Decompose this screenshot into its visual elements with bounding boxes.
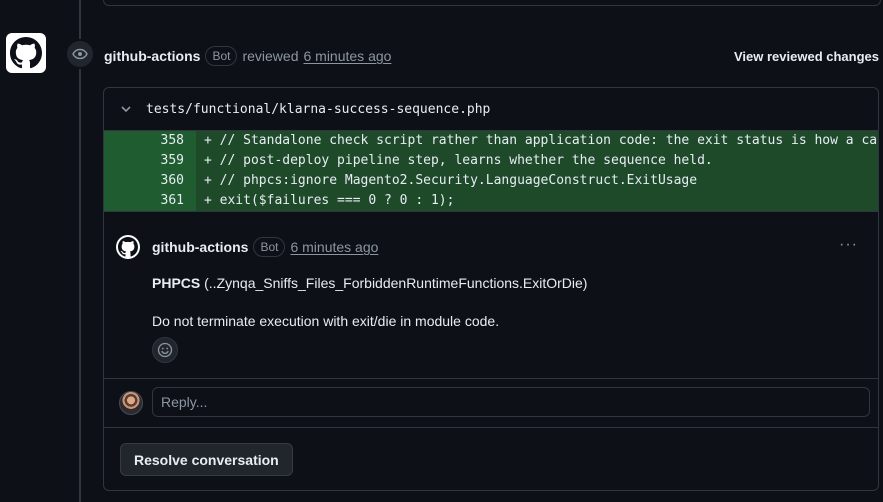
comment-header: github-actions Bot 6 minutes ago [152, 237, 378, 257]
comment-time-link[interactable]: 6 minutes ago [290, 239, 378, 255]
diff-line: 359 + // post-deploy pipeline step, lear… [104, 151, 878, 171]
github-logo-icon [118, 237, 138, 257]
add-reaction-button[interactable] [152, 337, 178, 363]
line-code: + exit($failures === 0 ? 0 : 1); [196, 191, 878, 211]
review-header: github-actions Bot reviewed 6 minutes ag… [104, 46, 391, 66]
diff-line: 358 + // Standalone check script rather … [104, 131, 878, 151]
review-event-badge [65, 39, 95, 69]
review-thread: tests/functional/klarna-success-sequence… [103, 87, 879, 491]
current-user-avatar [119, 391, 143, 415]
resolve-conversation-button[interactable]: Resolve conversation [120, 443, 293, 476]
line-number[interactable]: 359 [104, 151, 196, 171]
line-code: + // post-deploy pipeline step, learns w… [196, 151, 878, 171]
comment-title-bold: PHPCS [152, 275, 201, 291]
comment-title-rest: (..Zynqa_Sniffs_Files_ForbiddenRuntimeFu… [200, 275, 588, 291]
timeline-line [79, 0, 81, 502]
chevron-down-icon[interactable] [118, 101, 134, 117]
eye-icon [72, 48, 88, 60]
review-comment: github-actions Bot 6 minutes ago ··· PHP… [104, 211, 878, 379]
file-header: tests/functional/klarna-success-sequence… [104, 88, 878, 131]
line-code: + // phpcs:ignore Magento2.Security.Lang… [196, 171, 878, 191]
file-path[interactable]: tests/functional/klarna-success-sequence… [146, 102, 490, 117]
diff-hunk: 358 + // Standalone check script rather … [104, 131, 878, 211]
diff-line: 360 + // phpcs:ignore Magento2.Security.… [104, 171, 878, 191]
reply-row [104, 379, 878, 428]
line-number[interactable]: 361 [104, 191, 196, 211]
kebab-icon[interactable]: ··· [839, 236, 858, 254]
github-actions-avatar[interactable] [6, 33, 46, 73]
review-action-text: reviewed [242, 48, 299, 64]
reply-input[interactable] [152, 387, 870, 417]
smiley-icon [157, 342, 173, 358]
github-logo-icon [10, 37, 42, 69]
review-time-link[interactable]: 6 minutes ago [303, 48, 391, 64]
line-number[interactable]: 360 [104, 171, 196, 191]
comment-title: PHPCS (..Zynqa_Sniffs_Files_ForbiddenRun… [152, 275, 587, 291]
line-code: + // Standalone check script rather than… [196, 131, 878, 151]
review-author-link[interactable]: github-actions [104, 48, 200, 64]
diff-line: 361 + exit($failures === 0 ? 0 : 1); [104, 191, 878, 211]
previous-comment-box [103, 0, 881, 6]
view-reviewed-changes-link[interactable]: View reviewed changes [734, 49, 879, 64]
comment-avatar[interactable] [116, 235, 140, 259]
bot-badge: Bot [253, 237, 286, 257]
line-number[interactable]: 358 [104, 131, 196, 151]
comment-body: Do not terminate execution with exit/die… [152, 313, 500, 329]
comment-author-link[interactable]: github-actions [152, 239, 248, 255]
bot-badge: Bot [205, 46, 238, 66]
